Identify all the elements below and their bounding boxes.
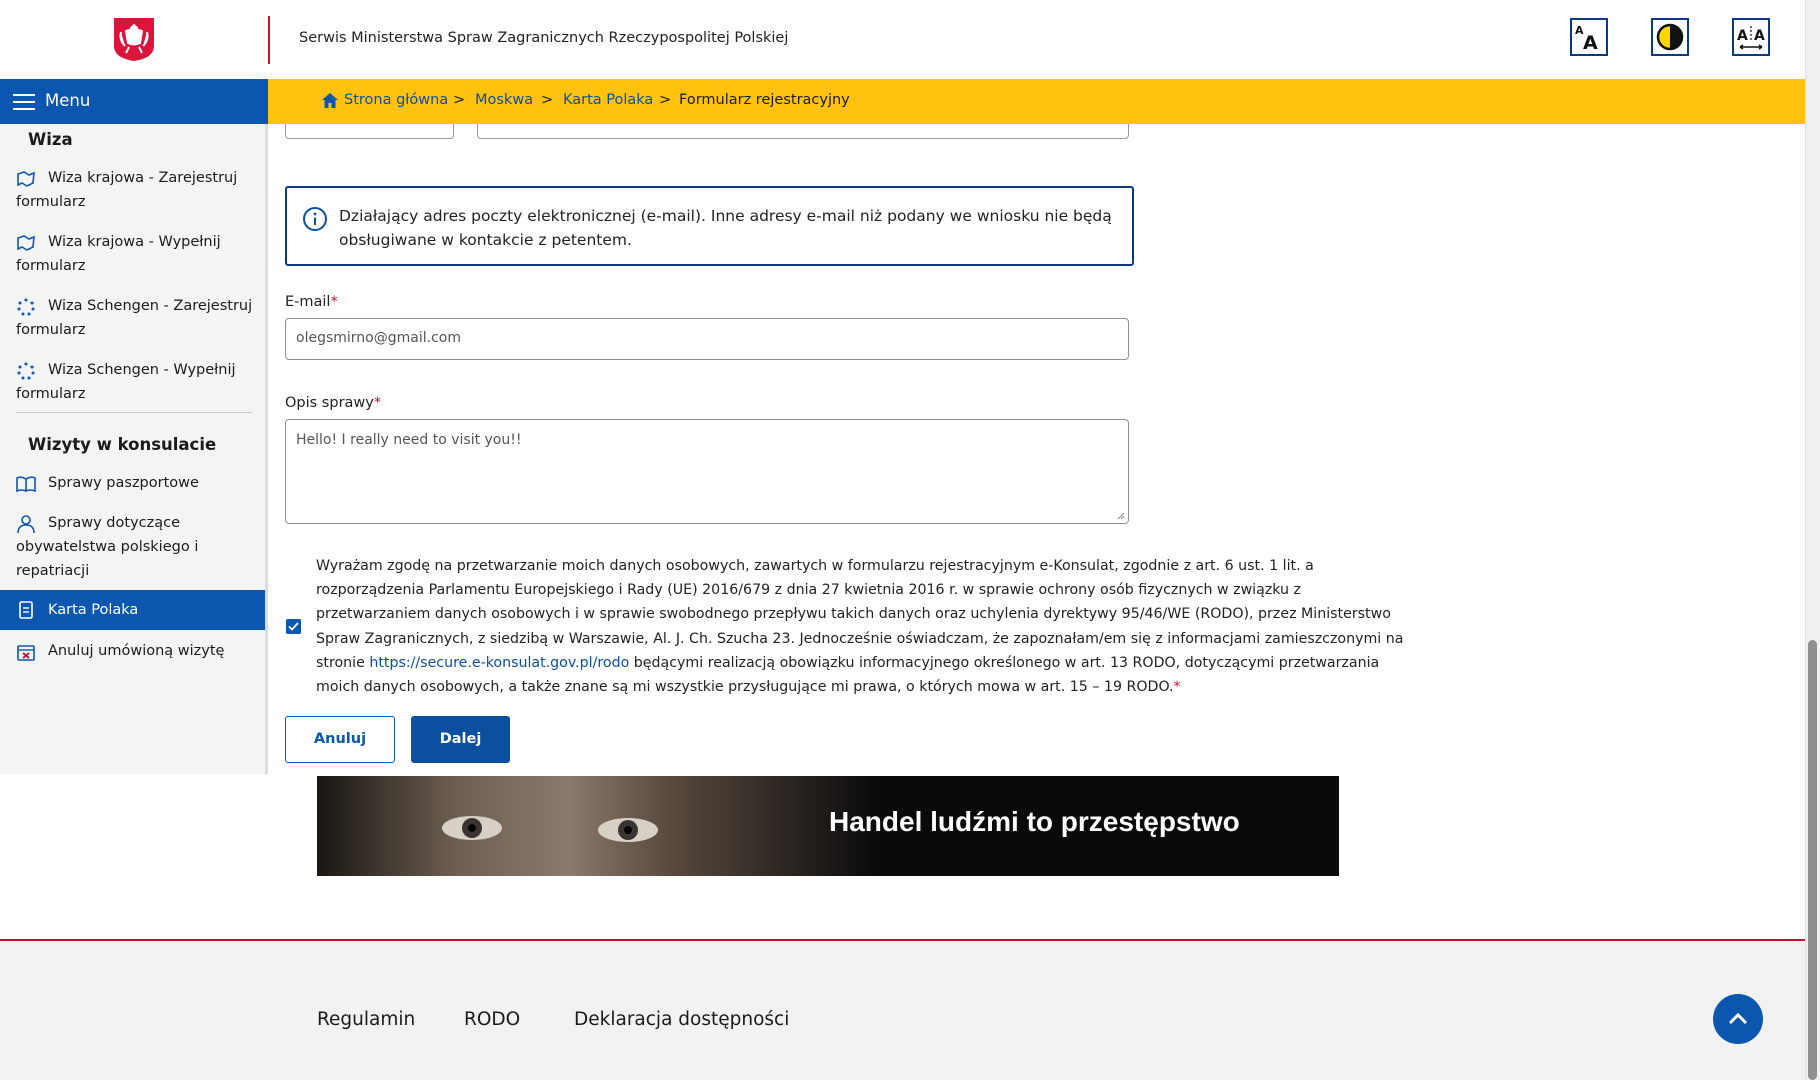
- site-header: Serwis Ministerstwa Spraw Zagranicznych …: [0, 0, 1805, 79]
- banner-text: Handel ludźmi to przestępstwo: [829, 806, 1240, 837]
- cancel-button[interactable]: Anuluj: [285, 716, 395, 763]
- sidebar-item-label: Wiza Schengen - Wypełnij formularz: [16, 362, 236, 402]
- checkmark-icon: [288, 622, 299, 631]
- svg-text:A: A: [1583, 32, 1598, 54]
- breadcrumb-separator: >: [541, 92, 554, 108]
- menu-toggle[interactable]: Menu: [0, 79, 268, 124]
- breadcrumb-home[interactable]: Strona główna: [344, 92, 448, 108]
- email-info-box: Działający adres poczty elektronicznej (…: [285, 186, 1134, 266]
- letter-spacing-button[interactable]: A A: [1732, 18, 1770, 56]
- sidebar-item-label: Anuluj umówioną wizytę: [48, 643, 225, 659]
- info-icon: [303, 207, 327, 231]
- breadcrumb-current: Formularz rejestracyjny: [679, 92, 850, 108]
- sidebar-item-label: Wiza krajowa - Zarejestruj formularz: [16, 170, 238, 210]
- hamburger-icon: [13, 94, 35, 110]
- letter-spacing-icon: A A: [1737, 26, 1765, 50]
- scrollbar-thumb[interactable]: [1808, 640, 1817, 1080]
- sidebar-item-label: Karta Polaka: [48, 602, 139, 618]
- sidebar-item-label: Sprawy dotyczące obywatelstwa polskiego …: [16, 515, 199, 579]
- header-divider: [268, 16, 270, 64]
- breadcrumb-moskwa[interactable]: Moskwa: [475, 92, 533, 108]
- polish-emblem-icon[interactable]: [112, 16, 156, 62]
- sidebar-item-label: Wiza krajowa - Wypełnij formularz: [16, 234, 221, 274]
- sidebar-divider: [16, 412, 252, 413]
- text-size-icon: A A: [1575, 24, 1598, 54]
- trafficking-banner[interactable]: Handel ludźmi to przestępstwo: [317, 776, 1339, 876]
- sidebar-item-wiza-krajowa-wypelnij[interactable]: Wiza krajowa - Wypełnij formularz: [0, 230, 265, 282]
- breadcrumb: Strona główna > Moskwa > Karta Polaka > …: [268, 79, 1805, 124]
- text-size-button[interactable]: A A: [1570, 18, 1608, 56]
- description-value: Hello! I really need to visit you!!: [296, 432, 522, 448]
- banner-face-image: [317, 776, 877, 876]
- sidebar-item-label: Wiza Schengen - Zarejestruj formularz: [16, 298, 253, 338]
- previous-field-stub[interactable]: [477, 124, 1129, 139]
- footer: Regulamin RODO Deklaracja dostępności: [0, 941, 1805, 1080]
- site-title: Serwis Ministerstwa Spraw Zagranicznych …: [299, 30, 789, 46]
- sidebar: Wiza Wiza krajowa - Zarejestruj formular…: [0, 124, 268, 774]
- sidebar-item-wiza-schengen-wypelnij[interactable]: Wiza Schengen - Wypełnij formularz: [0, 358, 265, 410]
- description-textarea[interactable]: Hello! I really need to visit you!!: [285, 419, 1129, 524]
- email-value: olegsmirno@gmail.com: [296, 330, 461, 346]
- breadcrumb-separator: >: [453, 92, 466, 108]
- info-text: Działający adres poczty elektronicznej (…: [339, 207, 1112, 249]
- contrast-button[interactable]: [1651, 18, 1689, 56]
- rodo-link[interactable]: https://secure.e-konsulat.gov.pl/rodo: [369, 655, 629, 671]
- email-field[interactable]: olegsmirno@gmail.com: [285, 318, 1129, 360]
- chevron-up-icon: [1728, 1012, 1748, 1025]
- sidebar-item-sprawy-paszportowe[interactable]: Sprawy paszportowe: [0, 471, 265, 499]
- footer-link-regulamin[interactable]: Regulamin: [317, 1009, 415, 1030]
- breadcrumb-karta-polaka[interactable]: Karta Polaka: [563, 92, 653, 108]
- home-icon[interactable]: [321, 92, 339, 109]
- contrast-icon: [1656, 23, 1684, 51]
- description-label: Opis sprawy*: [285, 395, 382, 411]
- sidebar-item-wiza-krajowa-zarejestruj[interactable]: Wiza krajowa - Zarejestruj formularz: [0, 166, 265, 218]
- previous-field-stub[interactable]: [285, 124, 454, 139]
- consent-checkbox[interactable]: [286, 619, 301, 634]
- svg-text:A: A: [1754, 28, 1765, 44]
- next-button[interactable]: Dalej: [411, 716, 510, 763]
- sidebar-item-label: Sprawy paszportowe: [48, 475, 199, 491]
- scroll-to-top-button[interactable]: [1713, 994, 1763, 1044]
- sidebar-item-wiza-schengen-zarejestruj[interactable]: Wiza Schengen - Zarejestruj formularz: [0, 294, 265, 346]
- sidebar-heading-wizyty: Wizyty w konsulacie: [28, 435, 217, 454]
- menu-label: Menu: [45, 91, 91, 110]
- breadcrumb-separator: >: [659, 92, 672, 108]
- svg-text:A: A: [1737, 28, 1748, 44]
- sidebar-item-obywatelstwo[interactable]: Sprawy dotyczące obywatelstwa polskiego …: [0, 511, 265, 587]
- email-label: E-mail*: [285, 294, 338, 310]
- resize-handle-icon[interactable]: [1117, 512, 1125, 520]
- footer-link-rodo[interactable]: RODO: [464, 1009, 520, 1030]
- sidebar-item-karta-polaka[interactable]: Karta Polaka: [0, 590, 265, 630]
- consent-text: Wyrażam zgodę na przetwarzanie moich dan…: [316, 558, 1404, 696]
- sidebar-heading-wiza: Wiza: [28, 130, 73, 149]
- footer-link-deklaracja[interactable]: Deklaracja dostępności: [574, 1009, 789, 1030]
- sidebar-item-anuluj-wizyte[interactable]: Anuluj umówioną wizytę: [0, 639, 265, 669]
